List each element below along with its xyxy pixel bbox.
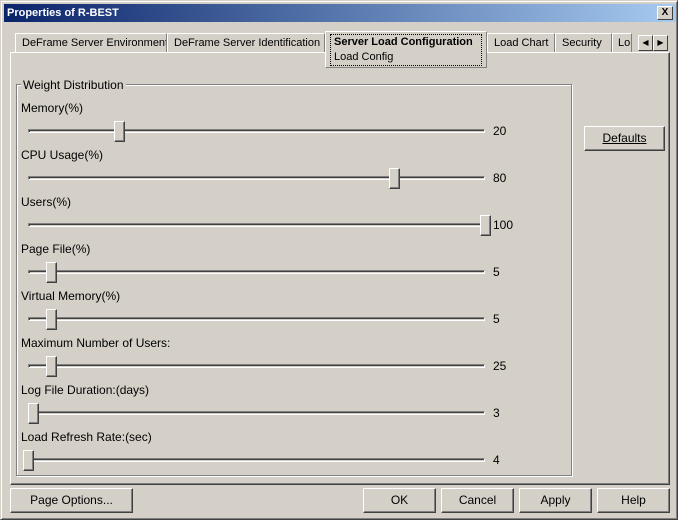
tab-scroll-left-icon[interactable]: ◀ — [638, 35, 653, 51]
slider-value-virtual-memory: 5 — [493, 312, 500, 326]
tab-scroll-right-icon[interactable]: ▶ — [653, 35, 668, 51]
close-button[interactable]: X — [657, 6, 673, 20]
tab-label: DeFrame Server Identification — [174, 37, 321, 49]
slider-value-maximum-number-of-users: 25 — [493, 359, 507, 373]
slider-thumb-load-refresh-rate-sec[interactable] — [23, 450, 34, 471]
slider-label-maximum-number-of-users: Maximum Number of Users: — [21, 336, 171, 350]
slider-value-memory: 20 — [493, 124, 507, 138]
tab-label: Server Load Configuration — [334, 36, 473, 48]
slider-value-users: 100 — [493, 218, 514, 232]
ok-button[interactable]: OK — [363, 488, 436, 513]
tab-label: Lo — [618, 37, 631, 49]
tab-label: Load Chart — [494, 37, 549, 49]
group-title: Weight Distribution — [21, 78, 126, 92]
slider-label-log-file-duration-days: Log File Duration:(days) — [21, 383, 150, 397]
apply-button[interactable]: Apply — [519, 488, 592, 513]
slider-label-memory: Memory(%) — [21, 101, 83, 115]
slider-value-log-file-duration-days: 3 — [493, 406, 500, 420]
tab-truncated[interactable]: Lo — [612, 33, 632, 53]
tab-deframe-server-environment[interactable]: DeFrame Server Environment — [15, 33, 167, 53]
defaults-button[interactable]: Defaults — [584, 126, 665, 151]
slider-track-cpu-usage[interactable] — [28, 176, 485, 180]
properties-dialog: Properties of R-BEST X DeFrame Server En… — [0, 0, 678, 520]
title-bar: Properties of R-BEST — [4, 4, 676, 22]
slider-thumb-memory[interactable] — [114, 121, 125, 142]
slider-label-users: Users(%) — [21, 195, 71, 209]
tab-label: DeFrame Server Environment — [22, 37, 167, 49]
slider-label-cpu-usage: CPU Usage(%) — [21, 148, 104, 162]
slider-label-load-refresh-rate-sec: Load Refresh Rate:(sec) — [21, 430, 152, 444]
slider-value-cpu-usage: 80 — [493, 171, 507, 185]
slider-track-load-refresh-rate-sec[interactable] — [28, 458, 485, 462]
slider-label-page-file: Page File(%) — [21, 242, 91, 256]
slider-label-virtual-memory: Virtual Memory(%) — [21, 289, 121, 303]
cancel-button[interactable]: Cancel — [441, 488, 514, 513]
window-title: Properties of R-BEST — [7, 7, 119, 19]
tab-sublabel: Load Config — [334, 51, 394, 63]
slider-track-virtual-memory[interactable] — [28, 317, 485, 321]
tab-deframe-server-identification[interactable]: DeFrame Server Identification — [167, 33, 325, 53]
slider-value-load-refresh-rate-sec: 4 — [493, 453, 500, 467]
help-button[interactable]: Help — [597, 488, 670, 513]
page-options-button[interactable]: Page Options... — [10, 488, 133, 513]
tab-label: Security — [562, 37, 602, 49]
tab-server-load-configuration[interactable]: Server Load Configuration Load Config — [325, 31, 487, 68]
slider-track-log-file-duration-days[interactable] — [28, 411, 485, 415]
slider-track-maximum-number-of-users[interactable] — [28, 364, 485, 368]
slider-thumb-maximum-number-of-users[interactable] — [46, 356, 57, 377]
tab-load-chart[interactable]: Load Chart — [487, 33, 555, 53]
slider-track-users[interactable] — [28, 223, 485, 227]
slider-thumb-virtual-memory[interactable] — [46, 309, 57, 330]
slider-thumb-page-file[interactable] — [46, 262, 57, 283]
slider-thumb-cpu-usage[interactable] — [389, 168, 400, 189]
defaults-label: Defaults — [602, 131, 647, 145]
slider-thumb-users[interactable] — [480, 215, 491, 236]
slider-value-page-file: 5 — [493, 265, 500, 279]
slider-track-memory[interactable] — [28, 129, 485, 133]
tab-security[interactable]: Security — [555, 33, 612, 53]
slider-track-page-file[interactable] — [28, 270, 485, 274]
slider-thumb-log-file-duration-days[interactable] — [28, 403, 39, 424]
weight-distribution-group — [16, 84, 572, 476]
